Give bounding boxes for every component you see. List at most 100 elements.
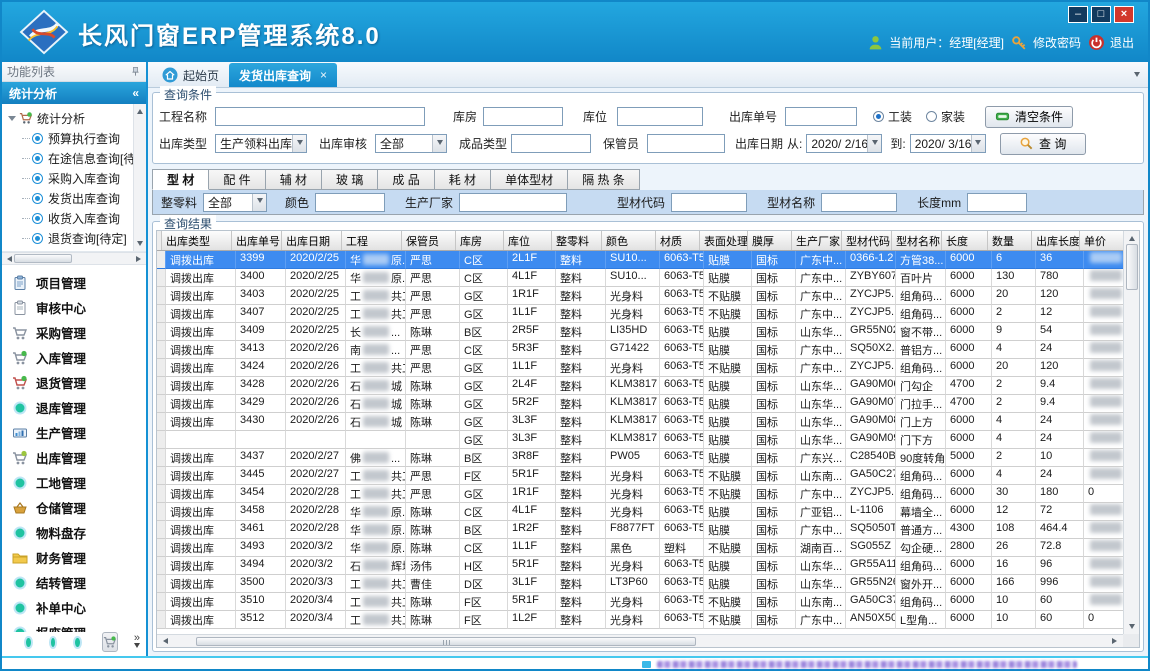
- material-tab-1[interactable]: 型 材: [152, 169, 209, 190]
- tree-item-采购入库查询[interactable]: 采购入库查询: [8, 168, 132, 188]
- scroll-up-icon[interactable]: [1129, 233, 1135, 241]
- table-row[interactable]: G区3L3F整料KLM38176063-T5贴膜国标山东华...GA90M09.…: [157, 431, 1123, 449]
- out-type-combo[interactable]: 生产领料出库: [215, 134, 307, 153]
- tree-item-退货查询[待定][interactable]: 退货查询[待定]: [8, 228, 132, 248]
- clear-conditions-button[interactable]: 清空条件: [985, 106, 1073, 128]
- column-header-型材代码[interactable]: 型材代码: [842, 231, 892, 250]
- sidebar-module-审核中心[interactable]: 审核中心: [12, 295, 146, 320]
- module-circle-icon[interactable]: [24, 636, 33, 649]
- color-input[interactable]: [315, 193, 385, 212]
- column-header-长度[interactable]: 长度: [942, 231, 988, 250]
- column-header-材质[interactable]: 材质: [656, 231, 700, 250]
- table-row[interactable]: 调拨出库34942020/3/2石辉城汤伟H区5R1F整料光身料6063-T5贴…: [157, 557, 1123, 575]
- sidebar-module-工地管理[interactable]: 工地管理: [12, 470, 146, 495]
- scroll-down-icon[interactable]: [137, 241, 143, 249]
- sidebar-module-物料盘存[interactable]: 物料盘存: [12, 520, 146, 545]
- column-header-出库单号[interactable]: 出库单号: [232, 231, 282, 250]
- table-row[interactable]: 调拨出库34452020/2/27工共工程严思F区5R1F整料光身料6063-T…: [157, 467, 1123, 485]
- table-row[interactable]: 调拨出库34372020/2/27佛...陈琳B区3R8F整料PW056063-…: [157, 449, 1123, 467]
- scroll-right-icon[interactable]: [1112, 638, 1120, 644]
- module-circle-icon[interactable]: [73, 636, 82, 649]
- date-from-picker[interactable]: 2020/ 2/16: [806, 134, 882, 153]
- tree-item-退库管理[待定][interactable]: 退库管理[待定]: [8, 248, 132, 252]
- column-header-整零料[interactable]: 整零料: [552, 231, 602, 250]
- scroll-right-icon[interactable]: [136, 256, 144, 262]
- column-header-出库类型[interactable]: 出库类型: [162, 231, 232, 250]
- material-tab-6[interactable]: 耗 材: [435, 169, 491, 190]
- sidebar-module-结转管理[interactable]: 结转管理: [12, 570, 146, 595]
- project-name-input[interactable]: [215, 107, 425, 126]
- module-cart-button[interactable]: [102, 632, 118, 652]
- table-row[interactable]: 调拨出库34292020/2/26石城陈琳G区5R2F整料KLM38176063…: [157, 395, 1123, 413]
- tab-list-dropdown-icon[interactable]: [1134, 72, 1140, 80]
- sidebar-module-退货管理[interactable]: 退货管理: [12, 370, 146, 395]
- sidebar-module-出库管理[interactable]: 出库管理: [12, 445, 146, 470]
- scroll-left-icon[interactable]: [4, 256, 12, 262]
- audit-combo[interactable]: 全部: [375, 134, 447, 153]
- table-row[interactable]: 调拨出库34282020/2/26石城陈琳G区2L4F整料KLM38176063…: [157, 377, 1123, 395]
- grid-horizontal-scrollbar[interactable]: [157, 634, 1123, 647]
- material-tab-7[interactable]: 单体型材: [491, 169, 568, 190]
- material-tab-4[interactable]: 玻 璃: [322, 169, 378, 190]
- table-row[interactable]: 调拨出库35002020/3/3工共工程曹佳D区3L1F整料LT3P606063…: [157, 575, 1123, 593]
- maker-input[interactable]: [459, 193, 567, 212]
- sidebar-module-补单中心[interactable]: 补单中心: [12, 595, 146, 620]
- table-row[interactable]: 调拨出库34932020/3/2华原...陈琳C区1L1F整料黑色塑料不贴膜国标…: [157, 539, 1123, 557]
- profile-code-input[interactable]: [671, 193, 747, 212]
- tree-root[interactable]: 统计分析: [8, 108, 132, 128]
- length-input[interactable]: [967, 193, 1027, 212]
- table-row[interactable]: 调拨出库34242020/2/26工共工程严思G区1L1F整料光身料6063-T…: [157, 359, 1123, 377]
- table-row[interactable]: 调拨出库34002020/2/25华原...严思C区4L1F整料SU10...6…: [157, 269, 1123, 287]
- location-input[interactable]: [617, 107, 703, 126]
- table-row[interactable]: 调拨出库34542020/2/28工共工程严思G区1R1F整料光身料6063-T…: [157, 485, 1123, 503]
- table-row[interactable]: 调拨出库34582020/2/28华原...陈琳C区4L1F整料光身料6063-…: [157, 503, 1123, 521]
- column-header-保管员[interactable]: 保管员: [402, 231, 456, 250]
- table-row[interactable]: 调拨出库34302020/2/26石城陈琳G区3L3F整料KLM38176063…: [157, 413, 1123, 431]
- column-header-生产厂家[interactable]: 生产厂家: [792, 231, 842, 250]
- scroll-left-icon[interactable]: [160, 638, 168, 644]
- column-header-数量[interactable]: 数量: [988, 231, 1032, 250]
- table-row[interactable]: 调拨出库34072020/2/25工共工程严思G区1L1F整料光身料6063-T…: [157, 305, 1123, 323]
- table-row[interactable]: 调拨出库34132020/2/26南...严思C区5R3F整料G71422606…: [157, 341, 1123, 359]
- column-header-库房[interactable]: 库房: [456, 231, 504, 250]
- change-password-button[interactable]: 修改密码: [1011, 34, 1081, 51]
- column-header-单价[interactable]: 单价: [1080, 231, 1123, 250]
- material-tab-3[interactable]: 辅 材: [266, 169, 322, 190]
- maximize-button[interactable]: □: [1091, 6, 1111, 23]
- sidebar-module-入库管理[interactable]: 入库管理: [12, 345, 146, 370]
- tree-item-收货入库查询[interactable]: 收货入库查询: [8, 208, 132, 228]
- column-header-表面处理[interactable]: 表面处理: [700, 231, 748, 250]
- radio-家装[interactable]: 家装: [926, 108, 965, 125]
- sidebar-module-财务管理[interactable]: 财务管理: [12, 545, 146, 570]
- tab-home[interactable]: 起始页: [152, 63, 229, 87]
- close-button[interactable]: ×: [1114, 6, 1134, 23]
- sidebar-module-项目管理[interactable]: 项目管理: [12, 270, 146, 295]
- pin-icon[interactable]: [130, 66, 141, 77]
- material-tab-2[interactable]: 配 件: [209, 169, 265, 190]
- scroll-down-icon[interactable]: [1129, 624, 1135, 632]
- column-header-出库长度[interactable]: 出库长度: [1032, 231, 1080, 250]
- tree-horizontal-scrollbar[interactable]: [2, 252, 146, 265]
- collapse-icon[interactable]: «: [132, 86, 139, 100]
- tab-close-icon[interactable]: ×: [320, 68, 327, 82]
- logout-button[interactable]: 退出: [1088, 34, 1134, 51]
- scrollbar-thumb[interactable]: [14, 254, 72, 263]
- tab-shipment-query[interactable]: 发货出库查询 ×: [229, 63, 337, 87]
- module-circle-icon[interactable]: [49, 636, 58, 649]
- column-header-库位[interactable]: 库位: [504, 231, 552, 250]
- keeper-input[interactable]: [647, 134, 725, 153]
- material-tab-5[interactable]: 成 品: [378, 169, 434, 190]
- sidebar-module-采购管理[interactable]: 采购管理: [12, 320, 146, 345]
- scrollbar-thumb[interactable]: [1126, 244, 1138, 290]
- table-row[interactable]: 调拨出库34092020/2/25长...陈琳B区2R5F整料LI35HD606…: [157, 323, 1123, 341]
- table-row[interactable]: 调拨出库33992020/2/25华原...严思C区2L1F整料SU10...6…: [157, 251, 1123, 269]
- sidebar-module-报废管理[interactable]: 报废管理: [12, 620, 146, 632]
- scroll-up-icon[interactable]: [137, 106, 143, 114]
- grid-vertical-scrollbar[interactable]: [1123, 231, 1139, 634]
- table-row[interactable]: 调拨出库34032020/2/25工共工程严思G区1R1F整料光身料6063-T…: [157, 287, 1123, 305]
- warehouse-input[interactable]: [483, 107, 563, 126]
- table-row[interactable]: 调拨出库35122020/3/4工共工程陈琳F区1L2F整料光身料6063-T5…: [157, 611, 1123, 629]
- search-button[interactable]: 查 询: [1000, 133, 1086, 155]
- sidebar-module-生产管理[interactable]: 生产管理: [12, 420, 146, 445]
- tree-item-在途信息查询[待[interactable]: 在途信息查询[待: [8, 148, 132, 168]
